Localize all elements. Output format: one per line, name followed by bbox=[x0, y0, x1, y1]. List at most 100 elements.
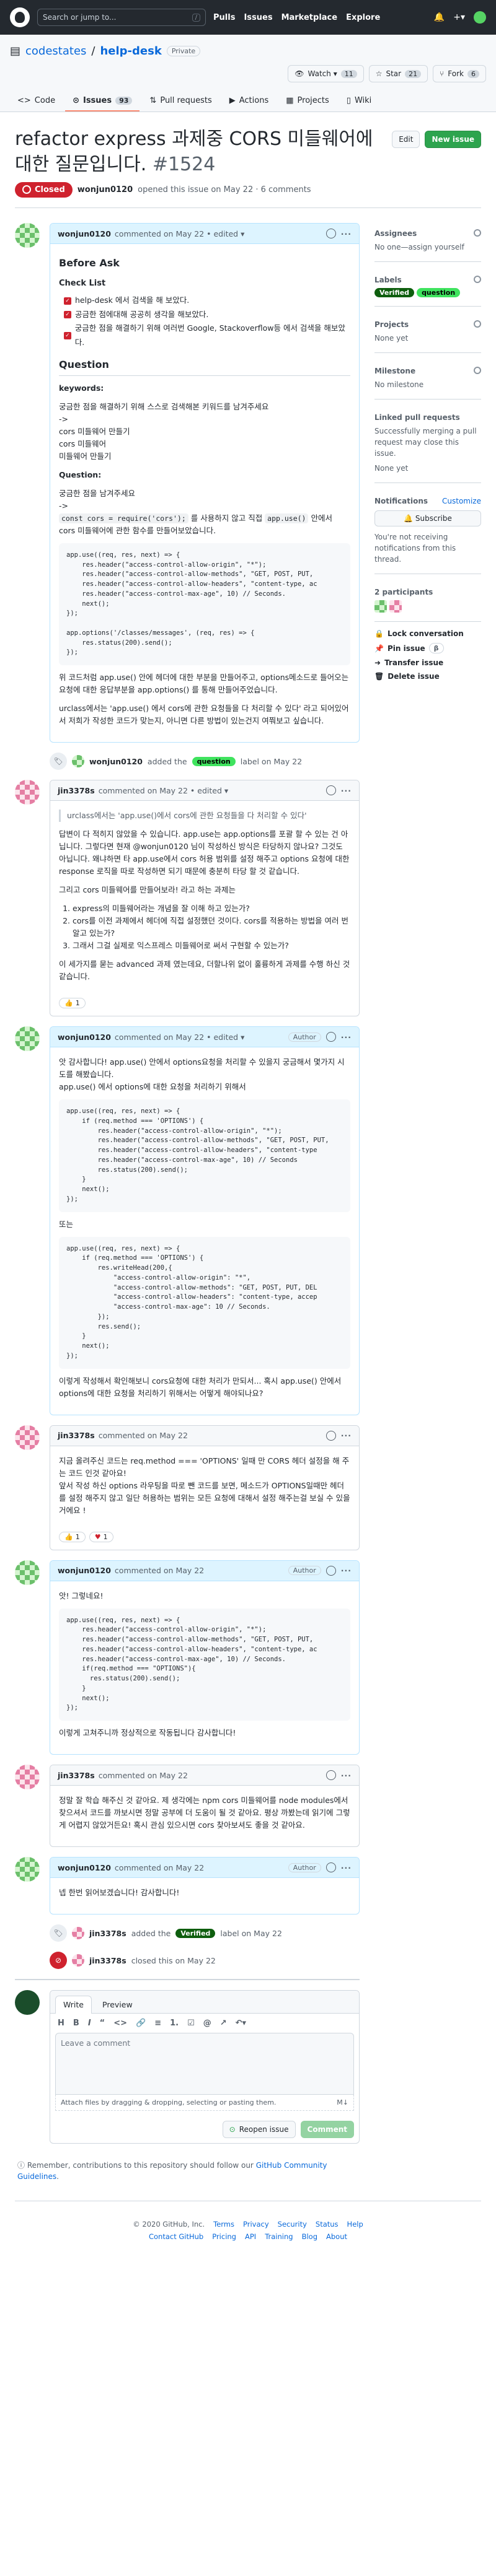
attach-files-area[interactable]: Attach files by dragging & dropping, sel… bbox=[55, 2095, 354, 2111]
github-logo-icon[interactable] bbox=[10, 7, 30, 27]
avatar[interactable] bbox=[15, 223, 40, 248]
reply-icon[interactable]: ↶▾ bbox=[236, 2019, 246, 2028]
lock-conversation-link[interactable]: 🔒 Lock conversation bbox=[374, 629, 481, 638]
heading-icon[interactable]: H bbox=[58, 2019, 64, 2028]
label-verified[interactable]: Verified bbox=[175, 1928, 216, 1938]
gear-icon[interactable] bbox=[474, 367, 481, 374]
italic-icon[interactable]: I bbox=[88, 2019, 91, 2028]
issue-author-link[interactable]: wonjun0120 bbox=[78, 185, 133, 194]
kebab-menu-icon[interactable]: ··· bbox=[341, 1566, 352, 1575]
comment-button[interactable]: Comment bbox=[300, 2121, 354, 2139]
code-icon[interactable]: <> bbox=[113, 2019, 127, 2028]
kebab-menu-icon[interactable]: ··· bbox=[341, 1431, 352, 1440]
tab-pull-requests[interactable]: ⇅ Pull requests bbox=[142, 91, 219, 111]
tab-wiki[interactable]: ▯ Wiki bbox=[339, 91, 379, 111]
avatar[interactable] bbox=[15, 1026, 40, 1052]
add-reaction-icon[interactable] bbox=[326, 1770, 336, 1781]
label-verified[interactable]: Verified bbox=[374, 288, 415, 297]
avatar[interactable] bbox=[15, 1990, 40, 2015]
bell-icon[interactable]: 🔔 bbox=[434, 12, 445, 22]
event-author-link[interactable]: jin3378s bbox=[89, 1956, 126, 1965]
footer-link[interactable]: About bbox=[326, 2232, 347, 2241]
sidebar-value[interactable]: No one—assign yourself bbox=[374, 242, 481, 253]
avatar[interactable] bbox=[72, 1954, 84, 1967]
comment-meta[interactable]: commented on May 22 • edited ▾ bbox=[115, 1033, 244, 1042]
star-button[interactable]: ☆ Star 21 bbox=[368, 65, 428, 82]
footer-link[interactable]: Help bbox=[347, 2220, 363, 2229]
task-list-icon[interactable]: ☑ bbox=[187, 2019, 195, 2028]
search-input[interactable]: Search or jump to... / bbox=[37, 9, 206, 26]
comment-meta[interactable]: commented on May 22 • edited ▾ bbox=[115, 229, 244, 238]
add-reaction-icon[interactable] bbox=[326, 1430, 336, 1441]
link-icon[interactable]: 🔗 bbox=[136, 2019, 146, 2028]
footer-link[interactable]: Blog bbox=[302, 2232, 317, 2241]
reaction-heart[interactable]: ♥ 1 bbox=[89, 1531, 113, 1542]
add-reaction-icon[interactable] bbox=[326, 785, 336, 796]
avatar[interactable] bbox=[72, 1927, 84, 1940]
kebab-menu-icon[interactable]: ··· bbox=[341, 1863, 352, 1872]
footer-link[interactable]: Pricing bbox=[212, 2232, 236, 2241]
fork-button[interactable]: ⑂ Fork 6 bbox=[433, 65, 486, 82]
comment-meta[interactable]: commented on May 22 • edited ▾ bbox=[99, 786, 228, 795]
add-reaction-icon[interactable] bbox=[326, 1565, 336, 1576]
kebab-menu-icon[interactable]: ··· bbox=[341, 1033, 352, 1042]
tab-write[interactable]: Write bbox=[55, 1996, 92, 2014]
kebab-menu-icon[interactable]: ··· bbox=[341, 229, 352, 238]
avatar[interactable] bbox=[15, 1765, 40, 1790]
comment-author-link[interactable]: wonjun0120 bbox=[58, 229, 111, 238]
comment-author-link[interactable]: wonjun0120 bbox=[58, 1033, 111, 1042]
gear-icon[interactable] bbox=[474, 229, 481, 237]
edit-button[interactable]: Edit bbox=[392, 131, 420, 148]
plus-icon[interactable]: +▾ bbox=[453, 12, 465, 22]
tab-preview[interactable]: Preview bbox=[94, 1996, 141, 2013]
add-reaction-icon[interactable] bbox=[326, 1032, 336, 1042]
avatar[interactable] bbox=[72, 755, 84, 768]
event-author-link[interactable]: wonjun0120 bbox=[89, 757, 143, 766]
tab-issues[interactable]: ⊙ Issues 93 bbox=[65, 91, 140, 111]
footer-link[interactable]: Status bbox=[316, 2220, 339, 2229]
delete-issue-link[interactable]: 🗑 Delete issue bbox=[374, 672, 481, 681]
kebab-menu-icon[interactable]: ··· bbox=[341, 786, 352, 795]
sidebar-assignees[interactable]: Assignees No one—assign yourself bbox=[374, 223, 481, 262]
footer-link[interactable]: Privacy bbox=[243, 2220, 269, 2229]
comment-textarea[interactable]: Leave a comment bbox=[55, 2033, 354, 2095]
reaction-thumbs-up[interactable]: 👍 1 bbox=[59, 1531, 86, 1542]
comment-author-link[interactable]: wonjun0120 bbox=[58, 1566, 111, 1575]
watch-button[interactable]: 👁 Watch ▾ 11 bbox=[288, 65, 364, 82]
avatar[interactable] bbox=[15, 1560, 40, 1585]
bold-icon[interactable]: B bbox=[73, 2019, 79, 2028]
subscribe-button[interactable]: 🔔 Subscribe bbox=[374, 510, 481, 526]
sidebar-projects[interactable]: Projects None yet bbox=[374, 314, 481, 353]
quote-icon[interactable]: “ bbox=[100, 2019, 105, 2028]
event-author-link[interactable]: jin3378s bbox=[89, 1929, 126, 1938]
gear-icon[interactable] bbox=[474, 320, 481, 328]
reopen-issue-button[interactable]: ⊙ Reopen issue bbox=[222, 2121, 296, 2139]
avatar[interactable] bbox=[389, 600, 402, 613]
repo-owner-link[interactable]: codestates bbox=[25, 45, 86, 58]
add-reaction-icon[interactable] bbox=[326, 229, 336, 238]
reference-icon[interactable]: ↗ bbox=[220, 2019, 227, 2028]
unordered-list-icon[interactable]: ≡ bbox=[154, 2019, 161, 2028]
nav-explore[interactable]: Explore bbox=[346, 13, 380, 22]
transfer-issue-link[interactable]: ➜ Transfer issue bbox=[374, 658, 481, 667]
new-issue-button[interactable]: New issue bbox=[425, 131, 481, 148]
avatar[interactable] bbox=[374, 600, 387, 613]
gear-icon[interactable] bbox=[474, 276, 481, 283]
ordered-list-icon[interactable]: 1. bbox=[170, 2019, 179, 2028]
footer-link[interactable]: API bbox=[245, 2232, 256, 2241]
footer-link[interactable]: Training bbox=[265, 2232, 293, 2241]
avatar[interactable] bbox=[15, 780, 40, 805]
comment-author-link[interactable]: jin3378s bbox=[58, 786, 95, 795]
comment-author-link[interactable]: jin3378s bbox=[58, 1431, 95, 1440]
nav-marketplace[interactable]: Marketplace bbox=[281, 13, 338, 22]
repo-name-link[interactable]: help-desk bbox=[100, 45, 161, 58]
avatar[interactable] bbox=[15, 1425, 40, 1450]
tab-projects[interactable]: ▦ Projects bbox=[278, 91, 337, 111]
comment-author-link[interactable]: jin3378s bbox=[58, 1771, 95, 1780]
comment-author-link[interactable]: wonjun0120 bbox=[58, 1863, 111, 1872]
reaction-thumbs-up[interactable]: 👍 1 bbox=[59, 998, 86, 1009]
mention-icon[interactable]: @ bbox=[203, 2019, 211, 2028]
footer-link[interactable]: Security bbox=[278, 2220, 307, 2229]
sidebar-milestone[interactable]: Milestone No milestone bbox=[374, 360, 481, 399]
tab-actions[interactable]: ▶ Actions bbox=[222, 91, 277, 111]
